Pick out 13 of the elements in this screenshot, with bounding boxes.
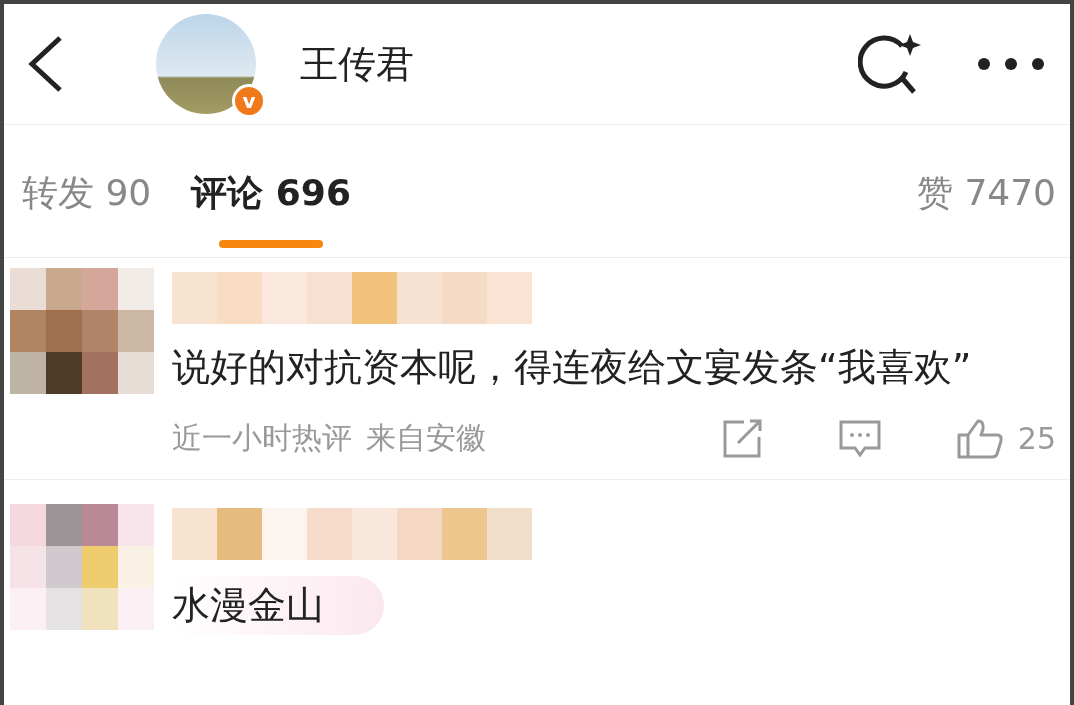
share-button[interactable] — [721, 418, 764, 459]
location-label: 来自安徽 — [366, 419, 486, 457]
comment-text: 水漫金山 — [172, 576, 384, 635]
comment-text: 说好的对抗资本呢，得连夜给文宴发条“我喜欢” — [172, 344, 973, 391]
verified-badge: v — [232, 84, 266, 118]
comment-button[interactable] — [837, 418, 882, 459]
tab[interactable]: 赞 7470 — [916, 125, 1056, 257]
user-name: 王传君 — [300, 40, 415, 88]
tab[interactable]: 评论 696 — [191, 125, 351, 257]
tab[interactable]: 转发 90 — [22, 125, 152, 257]
more-button[interactable] — [976, 56, 1046, 72]
like-button[interactable]: 25 — [955, 418, 1056, 459]
hot-comment-label: 近一小时热评 — [172, 419, 352, 457]
